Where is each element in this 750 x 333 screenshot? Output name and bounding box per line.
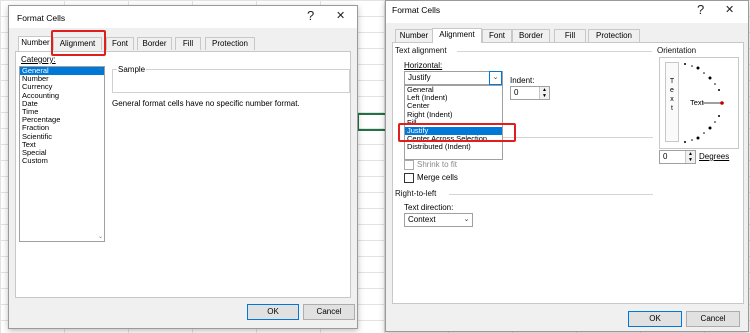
horizontal-value: Justify [408,73,431,82]
format-cells-dialog-number: Format Cells ? ✕ Number Alignment Font B… [8,5,358,329]
vertical-text-letter: x [670,96,674,103]
highlight-justify-option [398,123,516,142]
orientation-heading: Orientation [657,46,697,55]
number-tab-panel: Category: General Number Currency Accoun… [15,51,351,298]
vertical-text-letter: T [669,78,675,85]
tab-border[interactable]: Border [512,29,550,42]
list-item[interactable]: Right (Indent) [405,110,502,119]
tab-protection[interactable]: Protection [205,37,255,50]
dialog-title: Format Cells [392,5,441,15]
close-icon[interactable]: ✕ [725,3,734,17]
horizontal-label: Horizontal: [404,61,443,70]
indent-value: 0 [514,88,519,97]
tab-protection[interactable]: Protection [588,29,640,42]
rtl-heading: Right-to-left [395,189,437,198]
tab-fill[interactable]: Fill [554,29,586,42]
vertical-text-letter: t [671,105,673,112]
highlight-alignment-tab [51,30,106,56]
cancel-button[interactable]: Cancel [686,311,740,327]
help-button[interactable]: ? [697,3,704,17]
tab-alignment[interactable]: Alignment [432,28,482,43]
merge-cells-label: Merge cells [417,173,458,182]
tab-number[interactable]: Number [18,36,53,51]
scroll-up-icon[interactable]: ⌃ [98,68,103,75]
text-direction-select[interactable]: Context ⌄ [404,213,473,227]
shrink-to-fit-label: Shrink to fit [417,160,458,169]
cancel-button[interactable]: Cancel [303,304,355,320]
dialog-titlebar: Format Cells ? ✕ [386,1,748,23]
scroll-down-icon[interactable]: ⌄ [98,233,103,240]
dialog-title: Format Cells [17,13,66,23]
degrees-value: 0 [663,152,668,161]
spin-down-icon[interactable]: ▼ [539,93,549,99]
text-alignment-heading: Text alignment [395,46,447,55]
ok-button[interactable]: OK [628,311,682,327]
vertical-text-letter: e [670,87,674,94]
chevron-down-icon[interactable]: ⌄ [489,71,502,85]
category-list[interactable]: General Number Currency Accounting Date … [19,66,105,242]
format-description: General format cells have no specific nu… [112,99,300,108]
divider [503,137,653,138]
category-label: Category: [21,55,56,64]
vertical-text-button[interactable]: T e x t [665,62,679,142]
sample-label: Sample [117,65,147,74]
list-item[interactable]: Distributed (Indent) [405,143,502,151]
indent-input[interactable]: 0 ▲ ▼ [510,86,550,100]
degrees-label: Degrees [699,152,730,161]
list-item[interactable]: Custom [20,156,104,165]
spin-down-icon[interactable]: ▼ [685,157,695,163]
text-direction-value: Context [408,215,436,224]
text-direction-label: Text direction: [404,203,454,212]
tab-number[interactable]: Number [395,29,433,42]
horizontal-select[interactable]: Justify ⌄ [404,71,503,85]
orientation-box: T e x t Text [659,57,739,149]
close-icon[interactable]: ✕ [336,9,345,23]
divider [457,51,652,52]
tab-border[interactable]: Border [137,37,172,50]
indent-label: Indent: [510,76,535,85]
format-cells-dialog-alignment: Format Cells ? ✕ Number Alignment Font B… [385,0,749,332]
chevron-down-icon[interactable]: ⌄ [461,214,472,226]
alignment-tab-panel: Text alignment Horizontal: Justify ⌄ Gen… [392,42,744,304]
help-button[interactable]: ? [307,9,314,23]
shrink-to-fit-checkbox[interactable] [404,160,414,170]
tab-strip: Number Alignment Font Border Fill Protec… [386,28,748,43]
tab-font[interactable]: Font [106,37,134,50]
divider [449,194,653,195]
sample-group: Sample [112,65,350,93]
ok-button[interactable]: OK [247,304,299,320]
dialog-titlebar: Format Cells ? ✕ [9,6,357,28]
tab-font[interactable]: Font [482,29,512,42]
degrees-input[interactable]: 0 ▲ ▼ [659,150,696,164]
tab-fill[interactable]: Fill [175,37,201,50]
dial-text-label: Text [690,98,704,107]
merge-cells-checkbox[interactable] [404,173,414,183]
